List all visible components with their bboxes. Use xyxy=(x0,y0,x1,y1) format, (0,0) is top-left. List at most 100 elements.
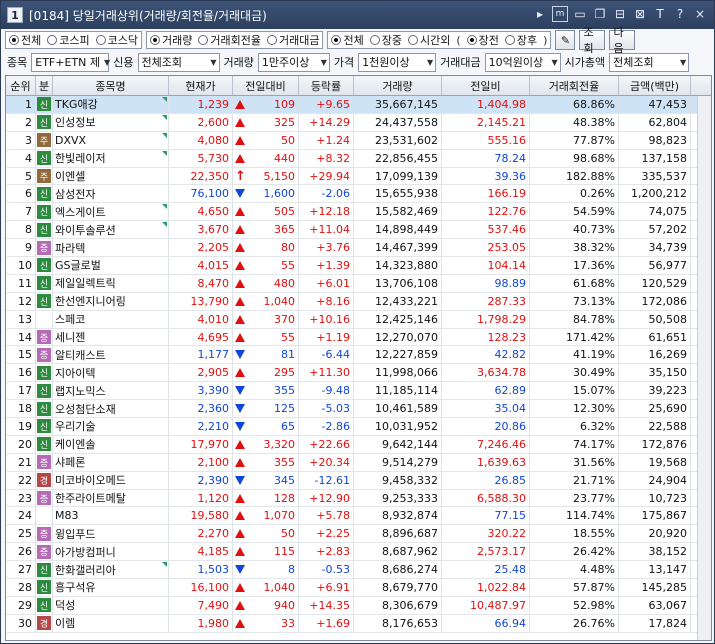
close-icon[interactable]: × xyxy=(692,6,708,22)
name-cell[interactable]: 세니젠 xyxy=(53,328,169,346)
text-T-icon[interactable]: T xyxy=(652,6,668,22)
search-button[interactable]: 조회 xyxy=(579,26,606,55)
table-row[interactable]: 30 경 이렘 1,980 33 +1.69 8,176,653 66.94 26.76% 17,… xyxy=(6,614,711,633)
radio-session-afterhours[interactable]: 시간외 xyxy=(407,32,450,48)
table-row[interactable]: 25 증 윙입푸드 2,270 50 +2.25 8,896,687 320.22 18.55%… xyxy=(6,525,711,544)
table-row[interactable]: 24 M83 19,580 1,070 +5.78 8,932,874 77.15 114.7… xyxy=(6,507,711,526)
name-cell[interactable]: 샤페론 xyxy=(53,453,169,471)
col-volume[interactable]: 거래량 xyxy=(354,76,442,95)
name-cell[interactable]: 한선엔지니어링 xyxy=(53,292,169,310)
name-cell[interactable]: 제일일렉트릭 xyxy=(53,274,169,292)
name-cell[interactable]: 아가방컴퍼니 xyxy=(53,543,169,561)
name-cell[interactable]: 덕성 xyxy=(53,596,169,614)
table-row[interactable]: 8 신 와이투솔루션 3,670 365 +11.04 14,898,449 537.46 40… xyxy=(6,221,711,240)
name-cell[interactable]: GS글로벌 xyxy=(53,257,169,274)
vertical-scrollbar[interactable] xyxy=(697,96,711,640)
table-row[interactable]: 14 증 세니젠 4,695 55 +1.19 12,270,070 128.23 171.42… xyxy=(6,328,711,347)
name-cell[interactable]: 우리기술 xyxy=(53,418,169,435)
restore-icon[interactable]: ❐ xyxy=(592,6,608,22)
radio-session-post[interactable]: 장후 xyxy=(504,32,537,48)
radio-session-regular[interactable]: 장중 xyxy=(369,32,402,48)
price-select[interactable]: 1천원이상 ▼ xyxy=(358,52,437,72)
name-cell[interactable]: 한주라이트메탈 xyxy=(53,489,169,507)
radio-sort-turnover[interactable]: 거래회전율 xyxy=(198,32,261,48)
name-cell[interactable]: 이렘 xyxy=(53,614,169,632)
table-row[interactable]: 7 신 엑스게이트 4,650 505 +12.18 15,582,469 122.76 54.… xyxy=(6,203,711,222)
table-row[interactable]: 10 신 GS글로벌 4,015 55 +1.39 14,323,880 104.14 17.3… xyxy=(6,257,711,275)
radio-market-kosdaq[interactable]: 코스닥 xyxy=(95,32,138,48)
col-change[interactable]: 전일대비 xyxy=(233,76,299,95)
col-price[interactable]: 현재가 xyxy=(169,76,233,95)
name-cell[interactable]: 흥구석유 xyxy=(53,579,169,596)
radio-sort-amount[interactable]: 거래대금 xyxy=(266,32,319,48)
name-cell[interactable]: 삼성전자 xyxy=(53,185,169,203)
name-cell[interactable]: 케이엔솔 xyxy=(53,435,169,453)
table-row[interactable]: 2 신 인성정보 2,600 325 +14.29 24,437,558 2,145.21 48… xyxy=(6,113,711,132)
help-icon[interactable]: ? xyxy=(672,6,688,22)
table-row[interactable]: 13 스페코 4,010 370 +10.16 12,425,146 1,798.29 84.… xyxy=(6,310,711,329)
link-icon[interactable]: ⊟ xyxy=(612,6,628,22)
table-row[interactable]: 1 신 TKG애강 1,239 109 +9.65 35,667,145 1,404.98 68… xyxy=(6,96,711,114)
volume-select[interactable]: 1만주이상 ▼ xyxy=(257,52,330,72)
name-cell[interactable]: 스페코 xyxy=(53,310,169,328)
name-cell[interactable]: M83 xyxy=(53,507,169,525)
name-cell[interactable]: TKG애강 xyxy=(53,96,169,113)
window-icon[interactable]: ▭ xyxy=(572,6,588,22)
table-row[interactable]: 12 신 한선엔지니어링 13,790 1,040 +8.16 12,433,221 287.… xyxy=(6,292,711,311)
name-cell[interactable]: 이엔셀 xyxy=(53,167,169,185)
name-cell[interactable]: 인성정보 xyxy=(53,113,169,131)
table-row[interactable]: 5 주 이엔셀 22,350 ↑ 5,150 +29.94 17,099,139 39.36 18… xyxy=(6,167,711,186)
table-row[interactable]: 3 주 DXVX 4,080 50 +1.24 23,531,602 555.16 77.87%… xyxy=(6,131,711,150)
next-button[interactable]: 다음 xyxy=(609,26,636,55)
col-type[interactable]: 분 xyxy=(36,76,53,95)
name-cell[interactable]: 랩지노믹스 xyxy=(53,382,169,400)
name-cell[interactable]: 파라텍 xyxy=(53,239,169,257)
table-row[interactable]: 27 신 한화갤러리아 1,503 8 -0.53 8,686,274 25.48 4.48% 1… xyxy=(6,561,711,580)
table-row[interactable]: 19 신 우리기술 2,210 65 -2.86 10,031,952 20.86 6.32% 2… xyxy=(6,418,711,436)
name-cell[interactable]: 오성첨단소재 xyxy=(53,400,169,418)
table-row[interactable]: 26 증 아가방컴퍼니 4,185 115 +2.83 8,687,962 2,573.17 2… xyxy=(6,543,711,562)
cap-select[interactable]: 전체조회 ▼ xyxy=(609,52,690,72)
radio-market-kospi[interactable]: 코스피 xyxy=(47,32,90,48)
col-name[interactable]: 종목명 xyxy=(53,76,169,95)
name-cell[interactable]: 한빛레이저 xyxy=(53,149,169,167)
lock-icon[interactable]: ⊠ xyxy=(632,6,648,22)
name-cell[interactable]: 알티캐스트 xyxy=(53,346,169,364)
col-prev-ratio[interactable]: 전일비 xyxy=(442,76,530,95)
table-row[interactable]: 4 신 한빛레이저 5,730 440 +8.32 22,856,455 78.24 98.68… xyxy=(6,149,711,168)
name-cell[interactable]: 한화갤러리아 xyxy=(53,561,169,579)
table-row[interactable]: 18 신 오성첨단소재 2,360 125 -5.03 10,461,589 35.04 12.… xyxy=(6,400,711,419)
radio-sort-volume[interactable]: 거래량 xyxy=(150,32,192,48)
name-cell[interactable]: 와이투솔루션 xyxy=(53,221,169,239)
arrow-right-icon[interactable]: ▸ xyxy=(532,6,548,22)
name-cell[interactable]: 엑스게이트 xyxy=(53,203,169,221)
col-rate[interactable]: 등락률 xyxy=(299,76,354,95)
table-row[interactable]: 28 신 흥구석유 16,100 1,040 +6.91 8,679,770 1,022.84… xyxy=(6,579,711,597)
table-row[interactable]: 23 증 한주라이트메탈 1,120 128 +12.90 9,253,333 6,588.3… xyxy=(6,489,711,508)
radio-session-pre[interactable]: 장전 xyxy=(466,32,499,48)
table-row[interactable]: 16 신 지아이텍 2,905 295 +11.30 11,998,066 3,634.78 3… xyxy=(6,364,711,383)
col-rank[interactable]: 순위 xyxy=(6,76,36,95)
credit-select[interactable]: 전체조회 ▼ xyxy=(137,52,220,72)
name-cell[interactable]: 윙입푸드 xyxy=(53,525,169,543)
table-row[interactable]: 20 신 케이엔솔 17,970 3,320 +22.66 9,642,144 7,246.4… xyxy=(6,435,711,454)
radio-session-all[interactable]: 전체 xyxy=(331,32,364,48)
name-cell[interactable]: DXVX xyxy=(53,131,169,149)
table-row[interactable]: 29 신 덕성 7,490 940 +14.35 8,306,679 10,487.97 52.… xyxy=(6,596,711,615)
table-row[interactable]: 6 신 삼성전자 76,100 1,600 -2.06 15,655,938 166.19 0.… xyxy=(6,185,711,204)
table-row[interactable]: 21 증 샤페론 2,100 355 +20.34 9,514,279 1,639.63 31.… xyxy=(6,453,711,472)
table-row[interactable]: 9 증 파라텍 2,205 80 +3.76 14,467,399 253.05 38.32% 3… xyxy=(6,239,711,258)
table-row[interactable]: 22 경 미코바이오메드 2,390 345 -12.61 9,458,332 26.85 21… xyxy=(6,471,711,490)
item-select[interactable]: ETF+ETN 제 ▼ xyxy=(31,52,110,72)
menu-box-icon[interactable]: m xyxy=(552,6,568,22)
table-row[interactable]: 11 신 제일일렉트릭 8,470 480 +6.01 13,706,108 98.89 61.… xyxy=(6,274,711,293)
name-cell[interactable]: 지아이텍 xyxy=(53,364,169,382)
table-row[interactable]: 17 신 랩지노믹스 3,390 355 -9.48 11,185,114 62.89 15.0… xyxy=(6,382,711,401)
table-row[interactable]: 15 증 알티캐스트 1,177 81 -6.44 12,227,859 42.82 41.19… xyxy=(6,346,711,365)
pen-settings-button[interactable]: ✎ xyxy=(555,30,576,50)
radio-market-all[interactable]: 전체 xyxy=(9,32,41,48)
amount-select[interactable]: 10억원이상 ▼ xyxy=(484,52,561,72)
name-cell[interactable]: 미코바이오메드 xyxy=(53,471,169,489)
col-amount[interactable]: 금액(백만) xyxy=(619,76,691,95)
col-turnover[interactable]: 거래회전율 xyxy=(530,76,619,95)
